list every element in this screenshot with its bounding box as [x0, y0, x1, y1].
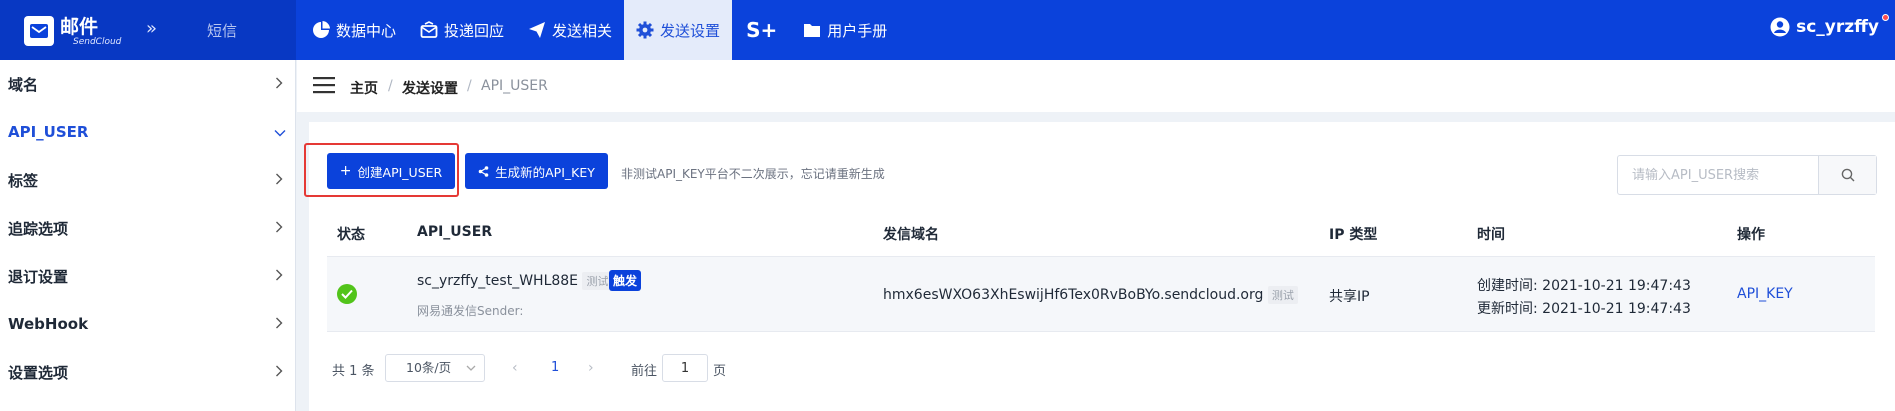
create-api-user-button[interactable]: + 创建API_USER — [327, 153, 455, 189]
check-circle-icon — [337, 284, 357, 304]
inbox-icon — [420, 21, 438, 38]
test-tag: 测试 — [1267, 286, 1298, 304]
test-tag: 测试 — [582, 272, 613, 290]
gear-icon — [636, 21, 654, 39]
breadcrumb-home[interactable]: 主页 — [350, 78, 378, 98]
user-menu[interactable]: sc_yrzffy — [1770, 14, 1889, 37]
sidebar-item-settings[interactable]: 设置选项 — [0, 348, 295, 396]
sidebar-item-label: 追踪选项 — [8, 219, 69, 238]
sidebar-item-label: 域名 — [8, 75, 39, 94]
brand-area: 邮件 SendCloud » 短信 — [0, 0, 296, 60]
nav-item-delivery-response[interactable]: 投递回应 — [408, 0, 516, 60]
chevron-right-icon — [276, 77, 283, 89]
ip-type-cell: 共享IP — [1329, 289, 1370, 305]
domain-name: hmx6esWXO63XhEswijHf6Tex0RvBoBYo.sendclo… — [883, 287, 1264, 303]
search-input[interactable] — [1618, 156, 1818, 194]
brand-subtitle: SendCloud — [73, 37, 122, 47]
share-icon — [478, 165, 489, 177]
notification-dot — [1882, 14, 1889, 21]
api-user-name-cell: sc_yrzffy_test_WHL88E 测试 — [417, 272, 613, 290]
sms-switch-link[interactable]: 短信 — [207, 20, 237, 41]
plus-icon: + — [339, 163, 352, 179]
column-header-domain: 发信域名 — [883, 227, 939, 243]
column-header-actions: 操作 — [1737, 227, 1765, 243]
chevron-right-icon — [276, 365, 283, 377]
api-user-name: sc_yrzffy_test_WHL88E — [417, 273, 579, 289]
nav-item-send-settings[interactable]: 发送设置 — [624, 0, 733, 60]
nav-label: 发送设置 — [660, 21, 721, 40]
folder-icon — [804, 24, 821, 37]
chevron-right-icon — [276, 269, 283, 281]
sidebar-item-tracking[interactable]: 追踪选项 — [0, 204, 295, 252]
page-size-value: 10条/页 — [406, 360, 452, 375]
nav-label: 用户手册 — [827, 21, 888, 40]
chevron-right-icon — [276, 173, 283, 185]
main-nav: 数据中心 投递回应 发送相关 发送设置 S+ 用户手册 — [300, 0, 899, 60]
sidebar-item-domain[interactable]: 域名 — [0, 60, 295, 108]
page-number-current[interactable]: 1 — [551, 360, 559, 375]
button-label: 生成新的API_KEY — [495, 164, 595, 180]
chevron-down-icon — [466, 365, 476, 371]
generate-api-key-button[interactable]: 生成新的API_KEY — [465, 153, 608, 189]
page-size-select[interactable]: 10条/页 — [385, 354, 485, 382]
username: sc_yrzffy — [1796, 17, 1879, 37]
hamburger-menu-icon[interactable] — [313, 76, 335, 94]
sidebar: 域名 API_USER 标签 追踪选项 退订设置 WebHook 设置选项 — [0, 60, 296, 411]
chevron-right-icon — [276, 317, 283, 329]
sidebar-item-webhook[interactable]: WebHook — [0, 300, 295, 348]
double-chevron-icon[interactable]: » — [146, 18, 157, 39]
goto-label: 前往 — [631, 364, 658, 379]
top-navbar: 邮件 SendCloud » 短信 数据中心 投递回应 发送相关 发送设置 S+… — [0, 0, 1895, 60]
column-header-time: 时间 — [1477, 227, 1505, 243]
sidebar-item-label: WebHook — [8, 315, 89, 333]
domain-cell: hmx6esWXO63XhEswijHf6Tex0RvBoBYo.sendclo… — [883, 286, 1298, 304]
sidebar-item-unsubscribe[interactable]: 退订设置 — [0, 252, 295, 300]
column-header-status: 状态 — [337, 227, 365, 243]
breadcrumb-current: API_USER — [481, 78, 548, 94]
chevron-right-icon — [276, 221, 283, 233]
api-key-link[interactable]: API_KEY — [1737, 286, 1793, 302]
nav-item-sending[interactable]: 发送相关 — [516, 0, 624, 60]
search-icon — [1841, 168, 1854, 182]
user-avatar-icon — [1770, 17, 1790, 37]
sidebar-item-tags[interactable]: 标签 — [0, 156, 295, 204]
column-header-api-user: API_USER — [417, 224, 493, 240]
sidebar-item-label: API_USER — [8, 123, 89, 141]
breadcrumb: 主页 / 发送设置 / API_USER — [297, 60, 1895, 112]
page-unit-label: 页 — [713, 364, 727, 379]
sender-note: 网易通发信Sender: — [417, 304, 524, 318]
sidebar-item-label: 退订设置 — [8, 267, 69, 286]
search-box — [1617, 155, 1877, 195]
nav-label: 数据中心 — [336, 21, 397, 40]
breadcrumb-section[interactable]: 发送设置 — [402, 78, 458, 98]
api-key-hint: 非测试API_KEY平台不二次展示，忘记请重新生成 — [621, 167, 885, 181]
breadcrumb-separator: / — [467, 78, 472, 94]
brand-name: 邮件 — [60, 16, 99, 38]
next-page-button[interactable]: › — [588, 360, 594, 376]
button-label: 创建API_USER — [357, 164, 443, 180]
sidebar-item-api-user[interactable]: API_USER — [0, 108, 295, 156]
updated-time: 更新时间: 2021-10-21 19:47:43 — [1477, 301, 1691, 317]
created-time: 创建时间: 2021-10-21 19:47:43 — [1477, 278, 1691, 294]
nav-item-data-center[interactable]: 数据中心 — [300, 0, 408, 60]
pie-chart-icon — [313, 21, 330, 38]
nav-label: 发送相关 — [552, 21, 613, 40]
paper-plane-icon — [529, 22, 546, 38]
pagination-total: 共 1 条 — [332, 364, 375, 379]
breadcrumb-separator: / — [388, 78, 393, 94]
prev-page-button[interactable]: ‹ — [512, 360, 518, 376]
goto-page-input[interactable] — [662, 354, 708, 382]
s-plus-icon[interactable]: S+ — [732, 0, 791, 60]
sidebar-item-label: 设置选项 — [8, 363, 69, 382]
nav-label: 投递回应 — [444, 21, 505, 40]
sidebar-item-label: 标签 — [8, 171, 39, 190]
mail-logo-icon — [24, 16, 54, 46]
trigger-type-badge: 触发 — [609, 270, 642, 291]
column-header-ip-type: IP 类型 — [1329, 227, 1378, 243]
chevron-down-icon — [274, 130, 286, 137]
search-button[interactable] — [1818, 156, 1876, 194]
nav-item-user-manual[interactable]: 用户手册 — [791, 0, 899, 60]
